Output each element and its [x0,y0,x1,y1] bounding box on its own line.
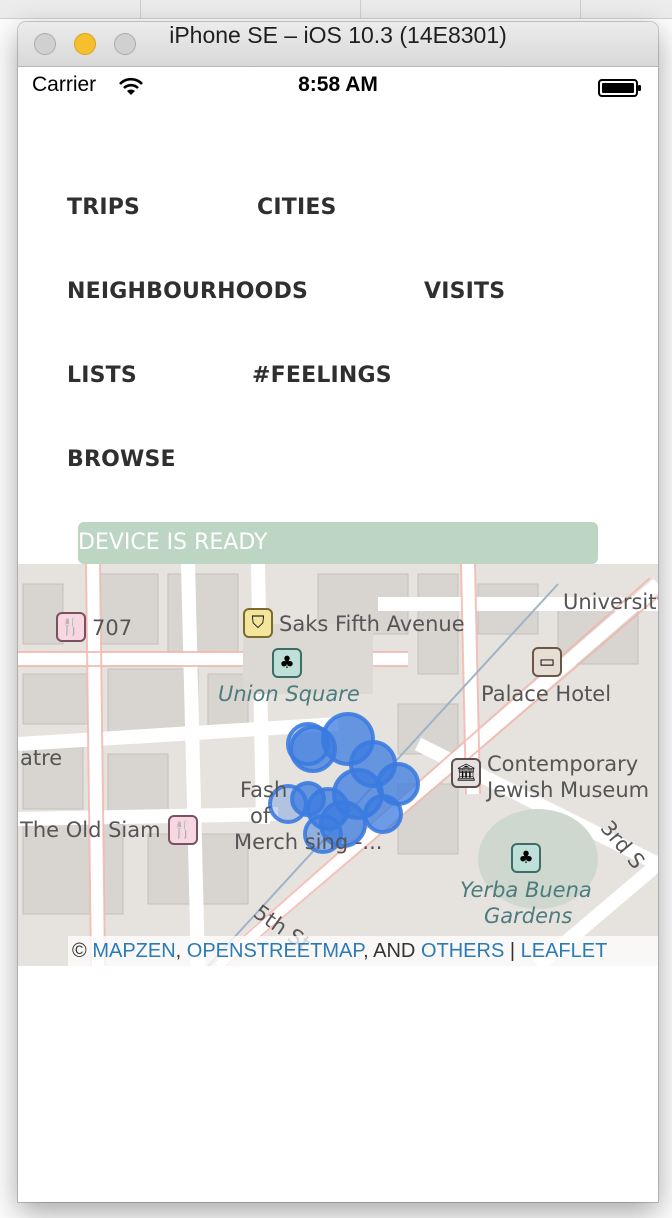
battery-icon [598,79,641,97]
openstreetmap-link[interactable]: OPENSTREETMAP [187,940,363,962]
restaurant-icon-2[interactable]: 🍴 [168,815,198,845]
menu-item-neighbourhoods[interactable]: NEIGHBOURHOODS [67,279,308,304]
hotel-icon[interactable]: ▭ [532,647,562,677]
menu-item-cities[interactable]: CITIES [257,195,337,220]
attribution-pipe: | [509,940,516,962]
map-attribution: © MAPZEN, OPENSTREETMAP, AND OTHERS | LE… [68,936,658,966]
restaurant-icon[interactable]: 🍴 [56,612,86,642]
menu-item-browse[interactable]: BROWSE [67,447,176,472]
blank-content-area [18,966,658,1202]
window-titlebar: iPhone SE – iOS 10.3 (14E8301) [18,22,658,67]
device-status-banner: DEVICE IS READY [78,522,598,564]
map-label-fashion-of: of [250,804,271,828]
map-view[interactable]: 🍴 707 ⛉ Saks Fifth Avenue ♣ Union Square… [18,564,658,966]
map-label-union-square: Union Square [218,682,360,706]
menu-item-feelings[interactable]: #FEELINGS [252,363,392,388]
main-menu: TRIPS CITIES NEIGHBOURHOODS VISITS LISTS… [18,107,658,552]
map-label-saks: Saks Fifth Avenue [279,612,465,636]
simulator-window: iPhone SE – iOS 10.3 (14E8301) Carrier 8… [18,22,658,1202]
ios-status-bar: Carrier 8:58 AM [18,67,658,107]
leaflet-link[interactable]: LEAFLET [521,940,608,962]
park-tree-icon[interactable]: ♣ [511,843,541,873]
map-label-merchandising: Merch sing -... [234,830,383,854]
tree-icon[interactable]: ♣ [272,648,302,678]
museum-icon[interactable]: 🏛 [451,758,481,788]
others-link[interactable]: OTHERS [421,940,504,962]
editor-tab-strip [0,0,672,19]
mapzen-link[interactable]: MAPZEN [92,940,175,962]
map-label-yerba-buena: Yerba Buena [460,878,592,902]
status-time: 8:58 AM [298,73,378,96]
map-label-old-siam: The Old Siam [20,818,161,842]
attribution-separator: , [175,940,182,962]
menu-item-trips[interactable]: TRIPS [67,195,140,220]
menu-item-lists[interactable]: LISTS [67,363,137,388]
copyright-symbol: © [72,940,87,962]
map-label-palace-hotel: Palace Hotel [481,682,612,706]
map-label-fashion: Fash [240,778,288,802]
attribution-and: , AND [363,940,416,962]
map-label-jewish-museum: Jewish Museum [487,778,650,802]
map-label-atre: atre [20,746,63,770]
map-label-contemporary: Contemporary [487,752,639,776]
map-label-gardens: Gardens [484,904,573,928]
shopping-bag-icon[interactable]: ⛉ [243,608,273,638]
window-title: iPhone SE – iOS 10.3 (14E8301) [169,22,507,48]
menu-item-visits[interactable]: VISITS [424,279,505,304]
map-label-university: University [563,590,658,614]
map-label-707: 707 [92,616,133,640]
